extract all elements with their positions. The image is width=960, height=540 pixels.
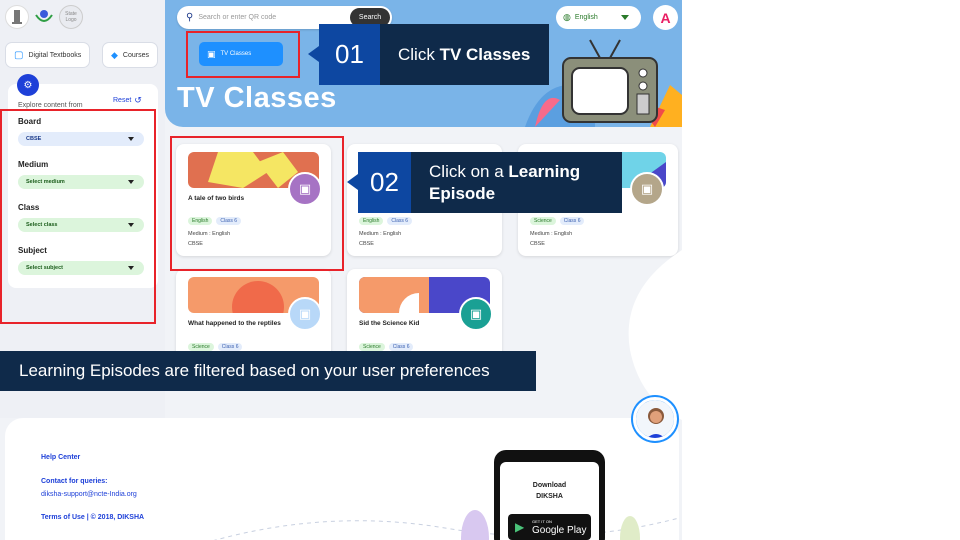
contact-email[interactable]: diksha-support@ncte-India.org <box>41 491 137 498</box>
subject-badge: Science <box>188 343 214 351</box>
diksha-logo <box>32 5 56 29</box>
subject-badge: English <box>359 217 384 225</box>
tv-icon: ▣ <box>630 172 664 206</box>
subject-badge: Science <box>359 343 385 351</box>
globe-icon: ◍ <box>563 12 571 22</box>
step-number: 01 <box>319 24 380 85</box>
class-badge: Class 6 <box>388 343 414 351</box>
download-title: Download <box>532 482 567 489</box>
card-medium: Medium : English <box>359 231 402 237</box>
phone-illustration: Download DIKSHA ▶ GET IT ON Google Play <box>494 450 605 540</box>
class-badge: Class 6 <box>387 217 413 225</box>
card-board: CBSE <box>530 241 545 247</box>
tv-icon: ▣ <box>288 297 322 331</box>
play-store-icon: ▶ <box>515 520 525 534</box>
google-play-button[interactable]: ▶ GET IT ON Google Play <box>508 514 591 540</box>
reset-icon: ↺ <box>134 95 142 105</box>
emblem-logo <box>5 5 29 29</box>
callout-step-1: 01 Click TV Classes <box>319 24 549 85</box>
step-text: Click TV Classes <box>398 44 531 64</box>
highlight-filters <box>0 109 156 324</box>
step-number: 02 <box>358 152 412 213</box>
avatar[interactable]: A <box>653 5 678 30</box>
language-select[interactable]: ◍ English <box>556 6 641 29</box>
graduation-cap-icon: ◆ <box>111 49 118 60</box>
highlight-episode-card <box>170 136 344 271</box>
class-badge: Class 6 <box>559 217 585 225</box>
class-badge: Class 6 <box>217 343 243 351</box>
callout-pointer <box>347 174 358 190</box>
sliders-icon: ⚙ <box>23 79 33 91</box>
left-lower-bg <box>0 391 165 418</box>
state-logo: State Logo <box>59 5 83 29</box>
filter-toggle-button[interactable]: ⚙ <box>17 74 39 96</box>
page-title: TV Classes <box>177 82 337 114</box>
step-text: Click on a Learning Episode <box>429 161 581 203</box>
callout-step-2: 02 Click on a Learning Episode <box>358 152 622 213</box>
card-title: What happened to the reptiles <box>188 320 281 327</box>
tab-courses[interactable]: ◆ Courses <box>102 42 158 68</box>
assistant-avatar-button[interactable] <box>633 397 677 441</box>
tv-icon: ▣ <box>459 297 493 331</box>
search-icon: ⚲ <box>186 12 194 23</box>
highlight-tv-classes <box>186 31 300 78</box>
decorative-shape <box>628 250 682 420</box>
contact-label: Contact for queries: <box>41 478 108 485</box>
download-brand: DIKSHA <box>536 493 563 500</box>
subject-badge: Science <box>530 217 556 225</box>
card-title: Sid the Science Kid <box>359 320 420 327</box>
card-board: CBSE <box>359 241 374 247</box>
tv-illustration <box>560 38 660 124</box>
tab-digital-textbooks[interactable]: ▢ Digital Textbooks <box>5 42 90 68</box>
slide: { "header": { "logo_text": "State Logo",… <box>0 0 960 540</box>
info-caption: Learning Episodes are filtered based on … <box>0 351 536 391</box>
search-input[interactable]: Search or enter QR code <box>198 14 276 21</box>
chevron-down-icon <box>621 15 629 20</box>
book-icon: ▢ <box>14 49 24 61</box>
decorative-dashed-line <box>213 510 679 540</box>
help-center-link[interactable]: Help Center <box>41 454 80 461</box>
callout-pointer <box>308 46 319 62</box>
reset-button[interactable]: Reset ↺ <box>113 95 142 106</box>
terms-link[interactable]: Terms of Use | © 2018, DIKSHA <box>41 514 144 521</box>
card-medium: Medium : English <box>530 231 573 237</box>
filter-header: Explore content from <box>18 102 83 109</box>
